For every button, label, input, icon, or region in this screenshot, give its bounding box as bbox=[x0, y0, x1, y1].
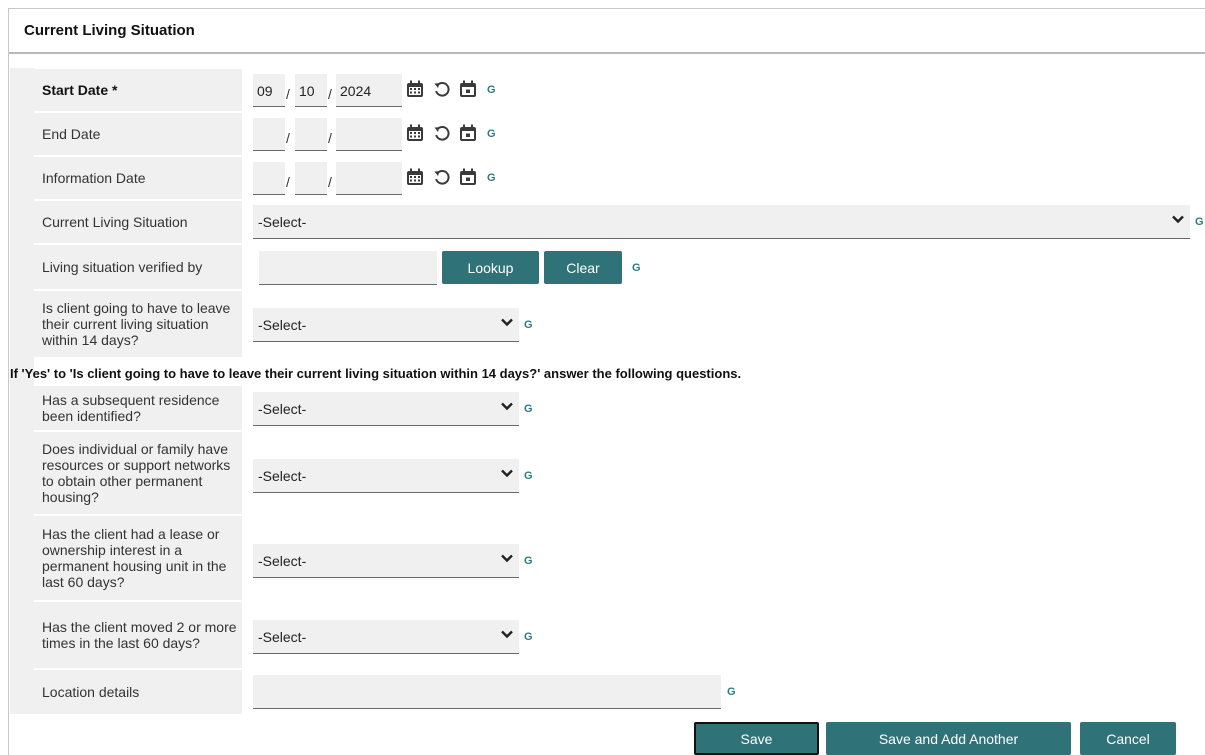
label-location-details: Location details bbox=[34, 670, 242, 714]
g-link[interactable]: G bbox=[727, 686, 736, 698]
g-link[interactable]: G bbox=[487, 172, 496, 184]
date-separator: / bbox=[328, 86, 332, 102]
g-link[interactable]: G bbox=[524, 470, 533, 482]
cancel-button[interactable]: Cancel bbox=[1080, 722, 1176, 755]
clear-button[interactable]: Clear bbox=[544, 251, 622, 284]
label-start-date: Start Date * bbox=[34, 69, 242, 111]
label-information-date: Information Date bbox=[34, 157, 242, 199]
date-separator: / bbox=[286, 174, 290, 190]
g-link[interactable]: G bbox=[487, 84, 496, 96]
chevron-down-icon bbox=[501, 317, 513, 327]
g-link[interactable]: G bbox=[1195, 216, 1204, 228]
lease-ownership-select[interactable]: -Select- bbox=[253, 544, 519, 578]
g-link[interactable]: G bbox=[632, 262, 641, 274]
resources-support-select[interactable]: -Select- bbox=[253, 459, 519, 493]
end-date-month[interactable] bbox=[253, 118, 285, 151]
chevron-down-icon bbox=[1172, 214, 1184, 224]
select-value: -Select- bbox=[258, 214, 307, 230]
date-separator: / bbox=[328, 174, 332, 190]
chevron-down-icon bbox=[501, 553, 513, 563]
end-date-day[interactable] bbox=[295, 118, 327, 151]
current-living-situation-select[interactable]: -Select- bbox=[253, 205, 1190, 239]
label-lease-ownership: Has the client had a lease or ownership … bbox=[34, 516, 242, 600]
save-button[interactable]: Save bbox=[694, 722, 819, 755]
label-subsequent-residence: Has a subsequent residence been identifi… bbox=[34, 386, 242, 430]
g-link[interactable]: G bbox=[487, 128, 496, 140]
chevron-down-icon bbox=[501, 401, 513, 411]
date-separator: / bbox=[286, 130, 290, 146]
label-current-living-situation: Current Living Situation bbox=[34, 201, 242, 243]
chevron-down-icon bbox=[501, 629, 513, 639]
information-date-day[interactable] bbox=[295, 162, 327, 195]
reset-icon[interactable] bbox=[433, 168, 451, 186]
calendar-icon[interactable] bbox=[406, 80, 424, 98]
label-verified-by: Living situation verified by bbox=[34, 245, 242, 289]
date-separator: / bbox=[286, 86, 290, 102]
leave-14-days-select[interactable]: -Select- bbox=[253, 308, 519, 342]
subsequent-residence-select[interactable]: -Select- bbox=[253, 392, 519, 426]
label-leave-14-days: Is client going to have to leave their c… bbox=[34, 291, 242, 357]
today-icon[interactable] bbox=[459, 80, 477, 98]
calendar-icon[interactable] bbox=[406, 124, 424, 142]
verified-by-input[interactable] bbox=[259, 251, 437, 285]
location-details-input[interactable] bbox=[253, 675, 721, 709]
start-date-year[interactable]: 2024 bbox=[336, 74, 402, 107]
select-value: -Select- bbox=[258, 468, 307, 484]
lookup-button[interactable]: Lookup bbox=[442, 251, 539, 284]
row-gutter bbox=[10, 68, 34, 714]
end-date-year[interactable] bbox=[336, 118, 402, 151]
g-link[interactable]: G bbox=[524, 403, 533, 415]
save-and-add-another-button[interactable]: Save and Add Another bbox=[826, 722, 1071, 755]
select-value: -Select- bbox=[258, 317, 307, 333]
g-link[interactable]: G bbox=[524, 555, 533, 567]
select-value: -Select- bbox=[258, 401, 307, 417]
reset-icon[interactable] bbox=[433, 124, 451, 142]
select-value: -Select- bbox=[258, 553, 307, 569]
information-date-year[interactable] bbox=[336, 162, 402, 195]
select-value: -Select- bbox=[258, 629, 307, 645]
chevron-down-icon bbox=[501, 468, 513, 478]
label-moved-times: Has the client moved 2 or more times in … bbox=[34, 602, 242, 668]
start-date-day[interactable]: 10 bbox=[295, 74, 327, 107]
reset-icon[interactable] bbox=[433, 80, 451, 98]
panel-title: Current Living Situation bbox=[9, 9, 1205, 54]
g-link[interactable]: G bbox=[524, 319, 533, 331]
today-icon[interactable] bbox=[459, 168, 477, 186]
today-icon[interactable] bbox=[459, 124, 477, 142]
label-resources-support: Does individual or family have resources… bbox=[34, 432, 242, 514]
conditional-note: If 'Yes' to 'Is client going to have to … bbox=[10, 366, 742, 381]
date-separator: / bbox=[328, 130, 332, 146]
information-date-month[interactable] bbox=[253, 162, 285, 195]
calendar-icon[interactable] bbox=[406, 168, 424, 186]
label-end-date: End Date bbox=[34, 113, 242, 155]
g-link[interactable]: G bbox=[524, 631, 533, 643]
start-date-month[interactable]: 09 bbox=[253, 74, 285, 107]
moved-times-select[interactable]: -Select- bbox=[253, 620, 519, 654]
